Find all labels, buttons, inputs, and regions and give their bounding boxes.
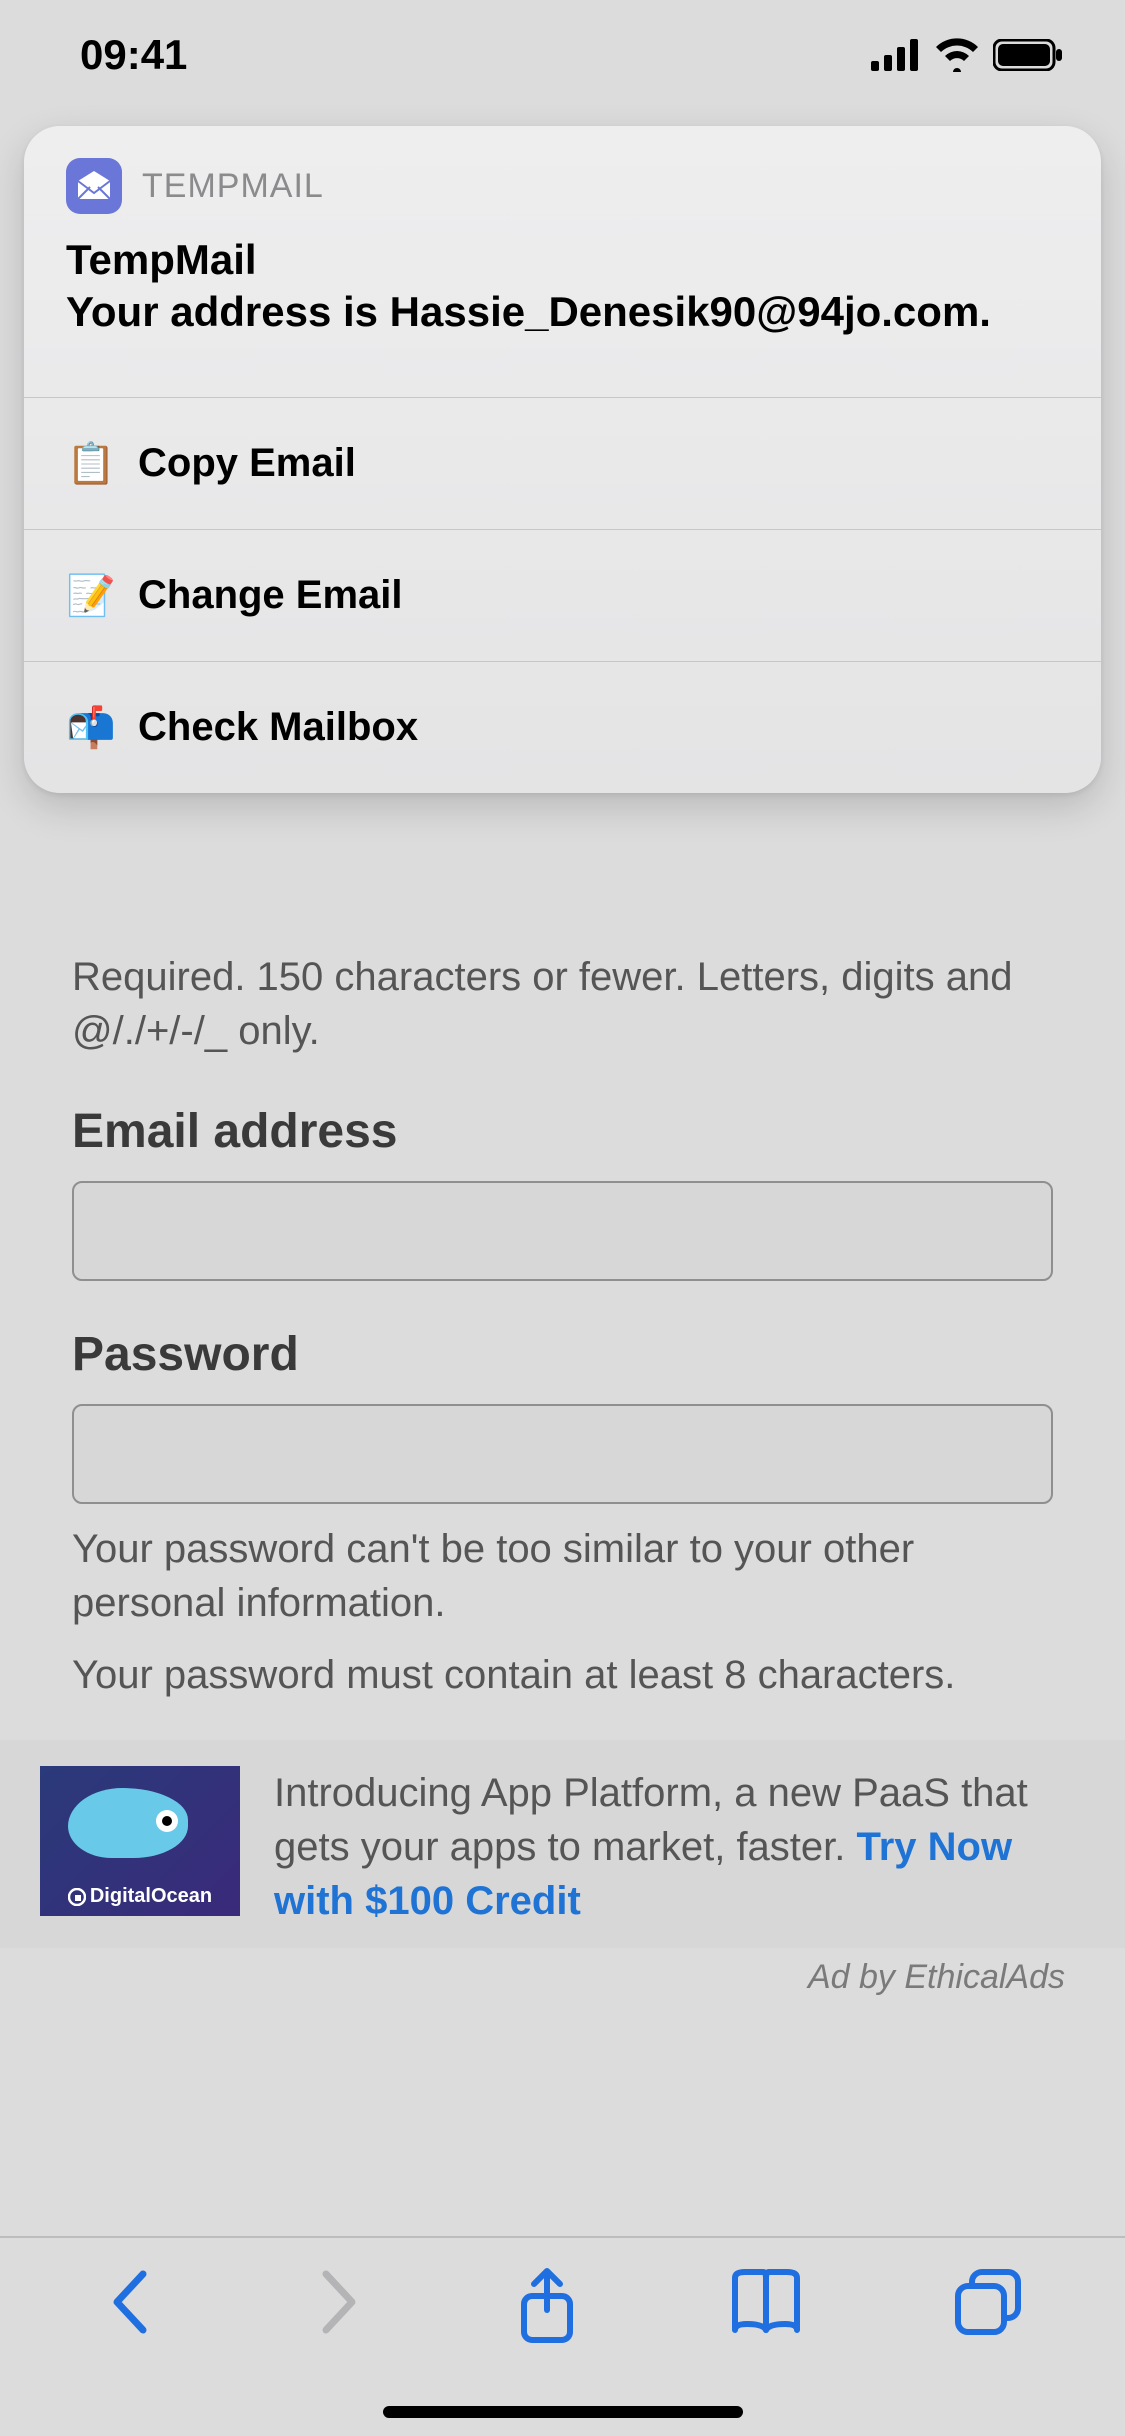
password-help-2: Your password must contain at least 8 ch…	[72, 1648, 1053, 1702]
memo-icon: 📝	[66, 572, 114, 619]
banner-message: Your address is Hassie_Denesik90@94jo.co…	[66, 284, 1059, 341]
action-change-email[interactable]: 📝 Change Email	[24, 529, 1101, 661]
chevron-right-icon	[308, 2266, 368, 2338]
banner-body[interactable]: TempMail Your address is Hassie_Denesik9…	[24, 230, 1101, 397]
action-copy-email[interactable]: 📋 Copy Email	[24, 397, 1101, 529]
ad-brand-label: DigitalOcean	[90, 1885, 212, 1907]
ad-text: Introducing App Platform, a new PaaS tha…	[274, 1766, 1085, 1928]
banner-header: TEMPMAIL	[24, 126, 1101, 230]
action-copy-label: Copy Email	[138, 441, 356, 486]
ad-image: DigitalOcean	[40, 1766, 240, 1916]
forward-button	[308, 2266, 368, 2338]
ad-banner[interactable]: DigitalOcean Introducing App Platform, a…	[0, 1740, 1125, 1948]
ad-attribution[interactable]: Ad by EthicalAds	[0, 1958, 1125, 1997]
tabs-icon	[952, 2266, 1024, 2338]
email-field[interactable]	[72, 1181, 1053, 1281]
mail-app-icon	[66, 158, 122, 214]
action-change-label: Change Email	[138, 573, 403, 618]
chevron-left-icon	[101, 2266, 161, 2338]
username-help-text: Required. 150 characters or fewer. Lette…	[72, 950, 1053, 1058]
back-button[interactable]	[101, 2266, 161, 2338]
banner-app-name: TEMPMAIL	[142, 167, 324, 206]
password-field[interactable]	[72, 1404, 1053, 1504]
action-check-label: Check Mailbox	[138, 705, 418, 750]
email-label: Email address	[72, 1104, 1053, 1159]
password-help-1: Your password can't be too similar to yo…	[72, 1522, 1053, 1630]
password-label: Password	[72, 1327, 1053, 1382]
signup-form: Required. 150 characters or fewer. Lette…	[0, 950, 1125, 1702]
share-icon	[514, 2266, 580, 2346]
tabs-button[interactable]	[952, 2266, 1024, 2338]
banner-actions: 📋 Copy Email 📝 Change Email 📬 Check Mail…	[24, 397, 1101, 793]
share-button[interactable]	[514, 2266, 580, 2346]
bookmarks-button[interactable]	[727, 2266, 805, 2338]
book-icon	[727, 2266, 805, 2338]
notification-banner: TEMPMAIL TempMail Your address is Hassie…	[24, 126, 1101, 793]
clipboard-icon: 📋	[66, 440, 114, 487]
action-check-mailbox[interactable]: 📬 Check Mailbox	[24, 661, 1101, 793]
mailbox-icon: 📬	[66, 704, 114, 751]
banner-title: TempMail	[66, 236, 1059, 284]
home-indicator[interactable]	[383, 2406, 743, 2418]
browser-toolbar	[0, 2236, 1125, 2436]
